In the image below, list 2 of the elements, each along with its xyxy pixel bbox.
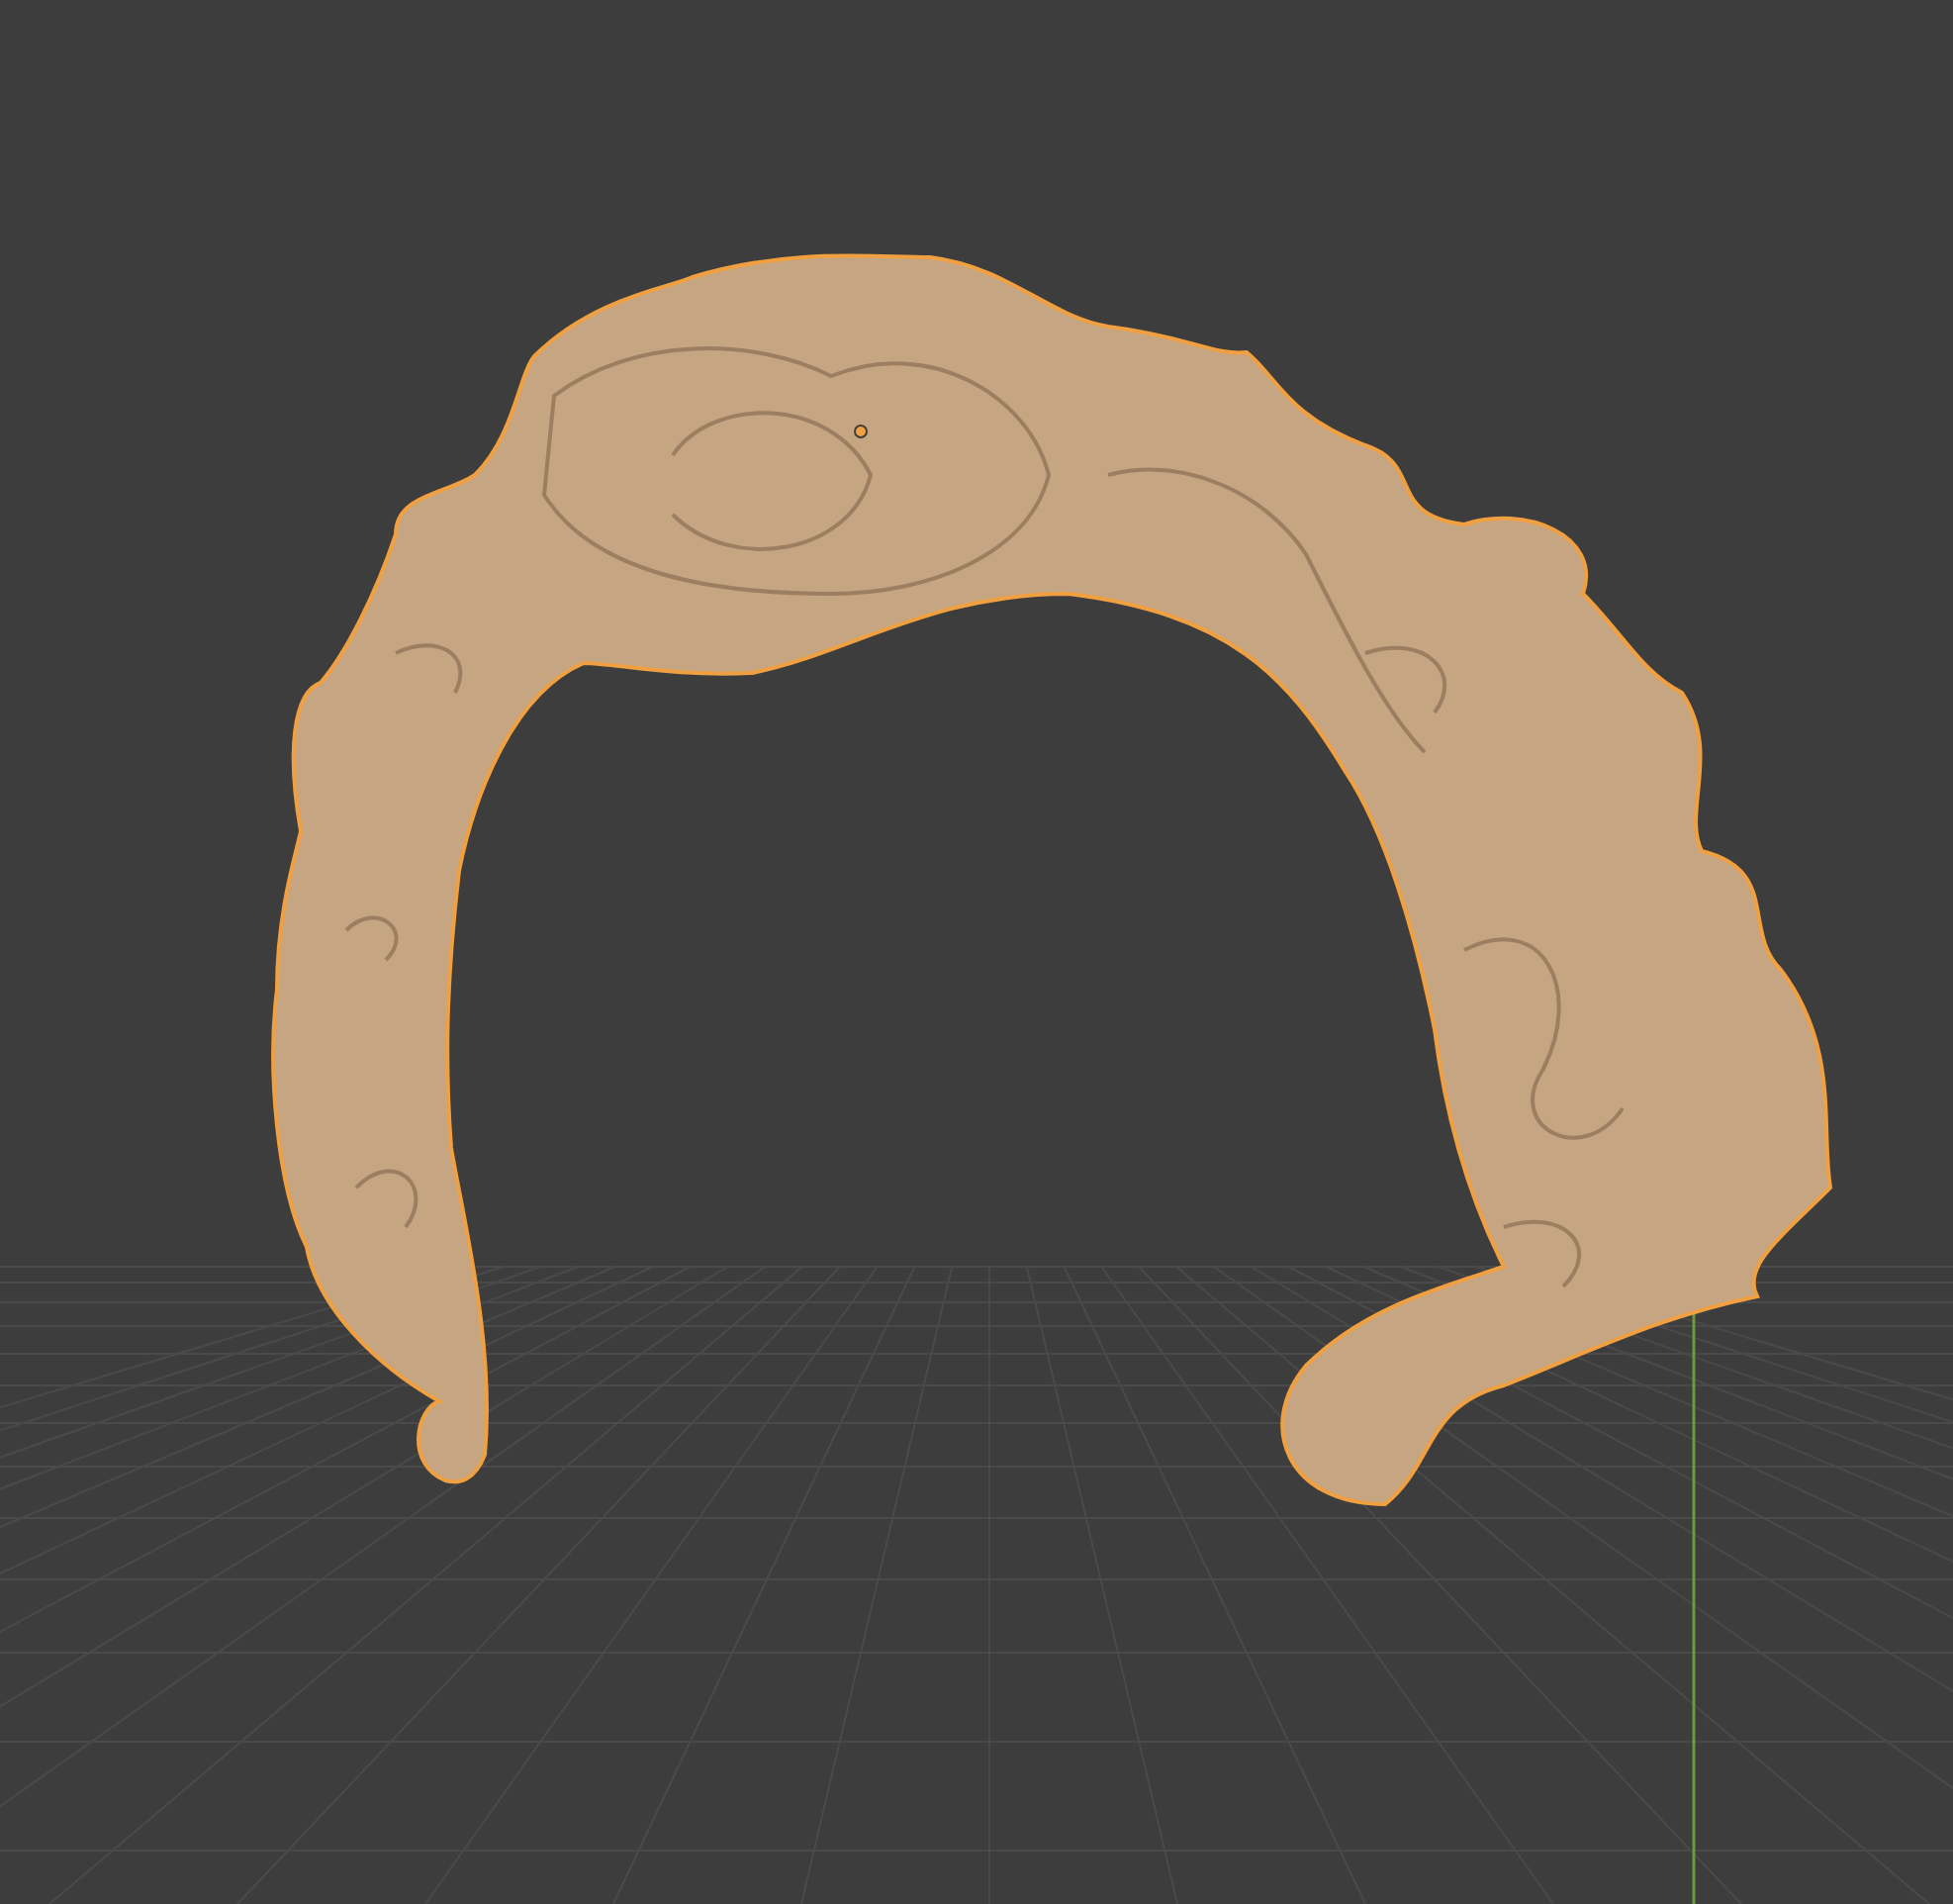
headband-sculpture-drawing[interactable] [271, 253, 1832, 1506]
origin-dot [854, 425, 868, 438]
